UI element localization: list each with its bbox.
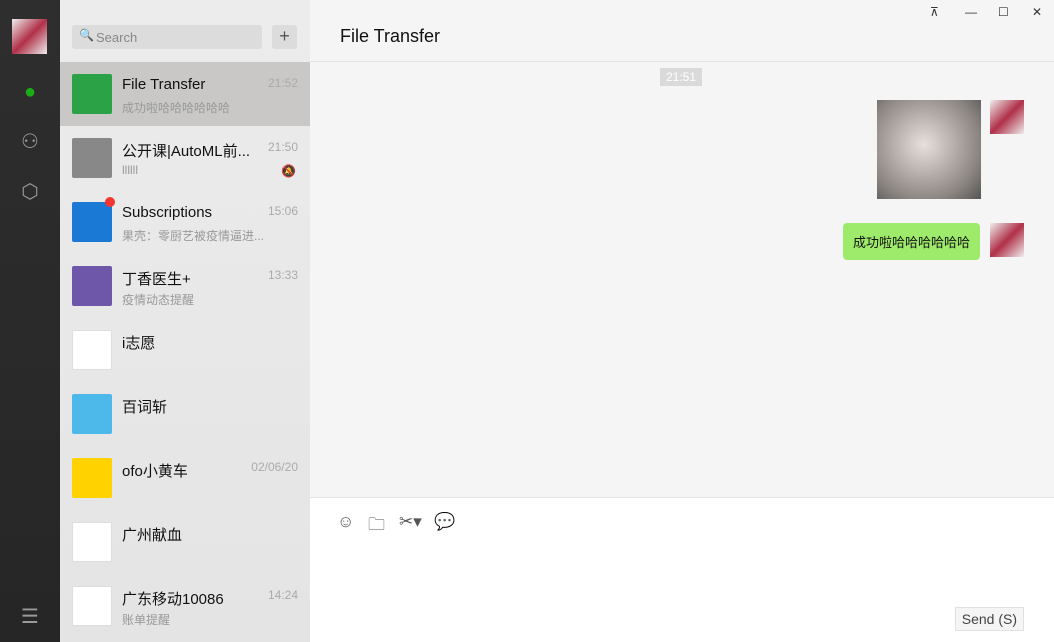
chat-name: 百词斩	[122, 399, 168, 416]
chat-name: 广东移动10086	[122, 591, 224, 608]
chat-name: i志愿	[122, 335, 156, 352]
chat-list-item[interactable]: Subscriptions 果壳：零厨艺被疫情逼进... 15:06	[60, 190, 310, 254]
chat-avatar	[72, 522, 112, 562]
pin-icon[interactable]: ⊼	[930, 5, 939, 19]
chat-time: 15:06	[267, 204, 298, 218]
unread-badge	[105, 197, 115, 207]
scissors-icon[interactable]: ✂▾	[399, 512, 422, 532]
chat-name: 公开课|AutoML前...	[122, 143, 251, 160]
chat-preview: 果壳：零厨艺被疫情逼进...	[122, 229, 265, 243]
search-icon: 🔍	[79, 28, 94, 42]
chat-avatar	[72, 394, 112, 434]
chat-avatar	[72, 138, 112, 178]
send-button[interactable]: Send (S)	[954, 607, 1024, 631]
chat-list-item[interactable]: 百词斩	[60, 382, 310, 446]
chat-avatar	[72, 330, 112, 370]
chat-list-item[interactable]: ofo小黄车 02/06/20	[60, 446, 310, 510]
chat-time: 21:52	[267, 76, 298, 90]
chat-name: ofo小黄车	[122, 463, 188, 480]
chat-name: 丁香医生+	[122, 271, 191, 288]
chat-avatar	[72, 458, 112, 498]
chat-time: 21:50	[267, 140, 298, 154]
folder-icon[interactable]: 🗀	[368, 512, 385, 541]
chat-title: File Transfer	[340, 26, 441, 46]
add-button[interactable]: +	[272, 25, 297, 49]
message-bubble[interactable]: 成功啦哈哈哈哈哈哈	[842, 223, 980, 260]
minimize-button[interactable]: —	[965, 5, 977, 19]
chat-panel: File Transfer ⊼ — ☐ ✕ 21:51 成功啦哈哈哈哈哈哈 ☺ …	[310, 0, 1054, 642]
chat-list-item[interactable]: File Transfer 成功啦哈哈哈哈哈哈 21:52	[60, 62, 310, 126]
chat-time: 13:33	[267, 268, 298, 282]
chat-time: 02/06/20	[251, 460, 298, 474]
chat-list-item[interactable]: 公开课|AutoML前... llllll 21:50 🔕	[60, 126, 310, 190]
chat-list: 🔍 Search + File Transfer 成功啦哈哈哈哈哈哈 21:52 公…	[60, 0, 310, 642]
chat-avatar	[72, 586, 112, 626]
chat-list-item[interactable]: 广州献血	[60, 510, 310, 574]
chat-list-item[interactable]: 广东移动10086 账单提醒 14:24	[60, 574, 310, 638]
chat-list-item[interactable]: 丁香医生+ 疫情动态提醒 13:33	[60, 254, 310, 318]
chat-preview: 疫情动态提醒	[122, 293, 195, 307]
divider	[310, 61, 1054, 62]
chat-avatar	[72, 74, 112, 114]
message-timestamp: 21:51	[660, 68, 703, 86]
chat-icon[interactable]: ●	[17, 79, 43, 105]
search-input[interactable]: 🔍 Search	[72, 25, 262, 49]
chat-avatar	[72, 266, 112, 306]
chat-avatar	[72, 202, 112, 242]
chat-preview: 成功啦哈哈哈哈哈哈	[122, 101, 231, 115]
chat-history-icon[interactable]: 💬	[434, 512, 455, 532]
menu-icon[interactable]: ☰	[17, 604, 43, 630]
chat-name: Subscriptions	[122, 204, 213, 221]
chat-preview: 账单提醒	[122, 613, 171, 627]
avatar[interactable]	[12, 19, 47, 54]
emoji-icon[interactable]: ☺	[337, 512, 354, 532]
mute-icon: 🔕	[281, 164, 296, 178]
chat-preview: llllll	[122, 163, 138, 177]
nav-sidebar: ● ⚇ ⬡ ☰	[0, 0, 60, 642]
chat-time: 14:24	[267, 588, 298, 602]
message-input[interactable]: ☺ 🗀 ✂▾ 💬 Send (S)	[310, 497, 1054, 642]
chat-name: File Transfer	[122, 76, 206, 93]
box-icon[interactable]: ⬡	[17, 179, 43, 205]
avatar[interactable]	[990, 223, 1024, 257]
chat-name: 广州献血	[122, 527, 183, 544]
close-button[interactable]: ✕	[1032, 5, 1042, 19]
chat-list-item[interactable]: i志愿	[60, 318, 310, 382]
maximize-button[interactable]: ☐	[998, 5, 1009, 19]
image-message[interactable]	[877, 100, 981, 199]
avatar[interactable]	[990, 100, 1024, 134]
contacts-icon[interactable]: ⚇	[17, 129, 43, 155]
